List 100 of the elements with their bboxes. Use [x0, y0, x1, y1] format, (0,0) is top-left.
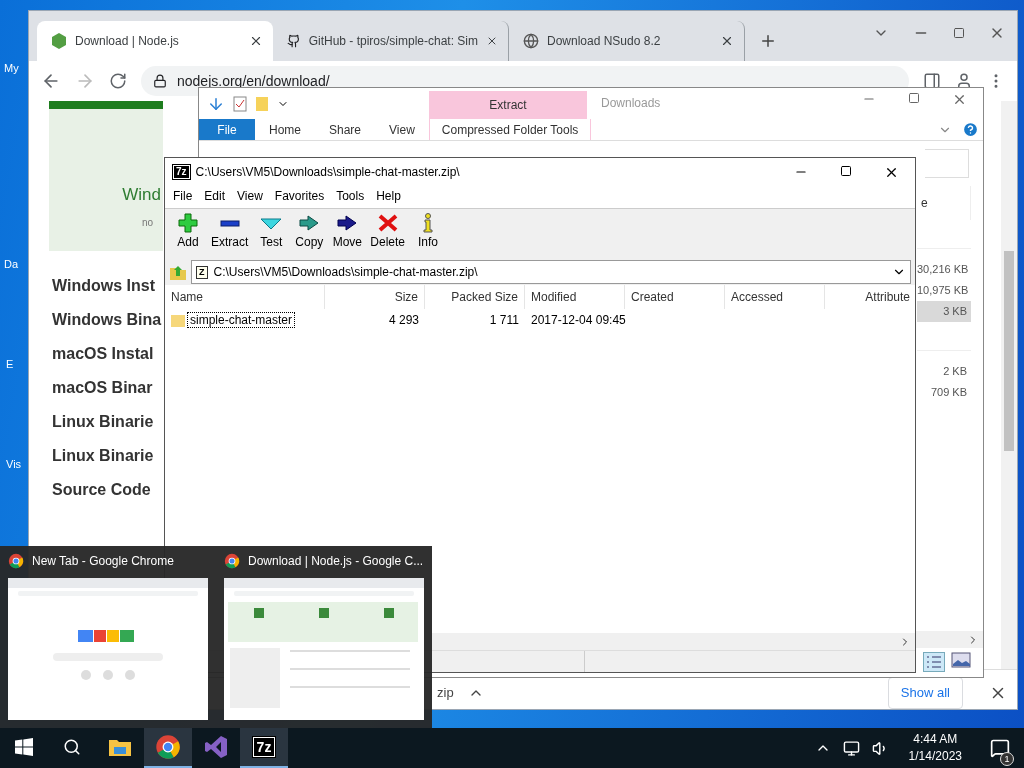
- desktop-icon-label[interactable]: Vis: [6, 458, 22, 470]
- close-icon[interactable]: [249, 34, 263, 48]
- notifications-icon[interactable]: [990, 738, 1010, 758]
- maximize-icon[interactable]: [840, 164, 852, 177]
- download-row-label: macOS Binar: [52, 379, 153, 398]
- toolbar-button[interactable]: Test: [252, 213, 291, 259]
- ribbon-tab[interactable]: Home: [255, 119, 315, 140]
- sevenzip-icon[interactable]: 7z: [252, 737, 276, 757]
- card-title: Wind: [122, 185, 161, 205]
- menu-item[interactable]: File: [167, 186, 199, 208]
- file-size[interactable]: 2 KB: [917, 361, 971, 382]
- table-cell-text: 4 293: [387, 313, 420, 327]
- download-row-label: Linux Binarie: [52, 413, 154, 432]
- globe-icon: [523, 33, 539, 49]
- lock-icon: [153, 74, 167, 88]
- toolbar-button[interactable]: Copy: [290, 213, 329, 259]
- browser-tab[interactable]: GitHub - tpiros/simple-chat: Sim: [273, 21, 509, 61]
- browser-tab[interactable]: Download NSudo 8.2: [509, 21, 745, 61]
- scrollbar[interactable]: [1001, 101, 1017, 669]
- url-text: nodejs.org/en/download/: [177, 73, 330, 89]
- notification-badge: 1: [1000, 752, 1014, 766]
- visual-studio-icon[interactable]: [204, 735, 228, 759]
- delete-icon: [376, 213, 399, 233]
- ribbon-tab[interactable]: View: [375, 119, 429, 140]
- search-field[interactable]: [925, 149, 969, 178]
- window-title: C:\Users\VM5\Downloads\simple-chat-master.zip\: [195, 165, 460, 179]
- app-logo: 7z: [173, 165, 190, 179]
- chrome-icon: [8, 553, 24, 569]
- archive-icon: Z: [196, 265, 208, 279]
- path-text: C:\Users\VM5\Downloads\simple-chat-master.zip\: [213, 265, 478, 279]
- file-name[interactable]: simple-chat-master: [188, 313, 295, 327]
- download-row-label: Windows Bina: [52, 311, 162, 330]
- network-icon[interactable]: [842, 739, 860, 757]
- window-title: Downloads: [600, 95, 661, 112]
- download-row-label: macOS Instal: [52, 345, 154, 364]
- file-size[interactable]: 30,216 KB: [917, 259, 971, 280]
- clock[interactable]: 4:44 AM 1/14/2023: [900, 731, 970, 765]
- download-row-label: Windows Inst: [52, 277, 155, 296]
- context-tab-header: Extract: [429, 91, 587, 119]
- arrow-right-icon: [298, 213, 321, 233]
- desktop-icon-label[interactable]: My: [4, 62, 19, 74]
- table-cell-text: 1 711: [488, 313, 520, 327]
- reload-icon[interactable]: [109, 72, 127, 90]
- ribbon-tab[interactable]: File: [199, 119, 255, 140]
- menu-item[interactable]: Favorites: [268, 186, 331, 208]
- search-icon[interactable]: [63, 738, 81, 756]
- folder-up-icon[interactable]: [169, 263, 187, 281]
- chrome-icon: [155, 734, 181, 760]
- column-header[interactable]: Accessed: [725, 285, 825, 309]
- checklist-icon[interactable]: [233, 95, 247, 112]
- desktop-icon-label[interactable]: E: [6, 358, 14, 370]
- card-note: no: [141, 217, 154, 228]
- menu-item[interactable]: Edit: [198, 186, 232, 208]
- menu-item[interactable]: Help: [370, 186, 407, 208]
- file-size[interactable]: 709 KB: [917, 382, 971, 403]
- column-header[interactable]: Attribute: [825, 285, 915, 309]
- column-header[interactable]: Name: [165, 285, 325, 309]
- toolbar-button[interactable]: Add: [169, 213, 207, 259]
- download-row-label: Linux Binarie: [52, 447, 154, 466]
- toolbar-button[interactable]: Delete: [366, 213, 410, 259]
- plus-icon: [177, 213, 199, 233]
- ribbon-tab[interactable]: Share: [315, 119, 376, 140]
- menu-item[interactable]: View: [231, 186, 269, 208]
- file-size[interactable]: 10,975 KB: [917, 280, 971, 301]
- desktop-icon-label[interactable]: Da: [4, 258, 19, 270]
- toolbar-button[interactable]: Move: [328, 213, 367, 259]
- preview-title[interactable]: New Tab - Google Chrome: [32, 554, 174, 568]
- column-header[interactable]: Created: [625, 285, 725, 309]
- download-row-label: Source Code: [52, 481, 151, 500]
- menu-item[interactable]: Tools: [330, 186, 371, 208]
- browser-tab[interactable]: Download | Node.js: [37, 21, 273, 61]
- column-header[interactable]: Size: [325, 285, 425, 309]
- column-header[interactable]: Packed Size: [425, 285, 525, 309]
- folder-icon[interactable]: [108, 737, 132, 757]
- help-icon[interactable]: [962, 121, 979, 138]
- download-card[interactable]: Wind no: [49, 101, 163, 251]
- chrome-icon: [224, 553, 240, 569]
- tab-title: Download NSudo 8.2: [547, 34, 662, 48]
- details-view-icon[interactable]: [923, 652, 945, 672]
- toolbar-button[interactable]: Info: [409, 213, 448, 259]
- file-size[interactable]: 3 KB: [917, 301, 971, 322]
- arrow-right-icon: [336, 213, 359, 233]
- profile-icon[interactable]: [955, 72, 973, 90]
- tab-title: GitHub - tpiros/simple-chat: Sim: [308, 34, 479, 48]
- toolbar-button[interactable]: Extract: [207, 213, 253, 259]
- hexagon-icon: [51, 33, 67, 49]
- windows-logo-icon[interactable]: [15, 738, 33, 756]
- table-cell-text: 2017-12-04 09:45: [530, 313, 625, 327]
- ribbon-tab[interactable]: Compressed Folder Tools: [428, 119, 592, 140]
- tab-title: Download | Node.js: [75, 34, 180, 48]
- column-header[interactable]: e: [919, 186, 971, 220]
- path-field[interactable]: Z C:\Users\VM5\Downloads\simple-chat-master.zip\: [191, 260, 911, 284]
- download-file-name[interactable]: zip: [437, 685, 454, 700]
- column-header[interactable]: Modified: [525, 285, 625, 309]
- preview-title[interactable]: Download | Node.js - Google C...: [248, 554, 424, 568]
- preview-view-icon[interactable]: [951, 652, 971, 668]
- github-icon: [287, 33, 301, 49]
- new-tab-icon[interactable]: [759, 32, 777, 50]
- show-all-button[interactable]: Show all: [887, 676, 963, 709]
- close-icon[interactable]: [720, 34, 734, 48]
